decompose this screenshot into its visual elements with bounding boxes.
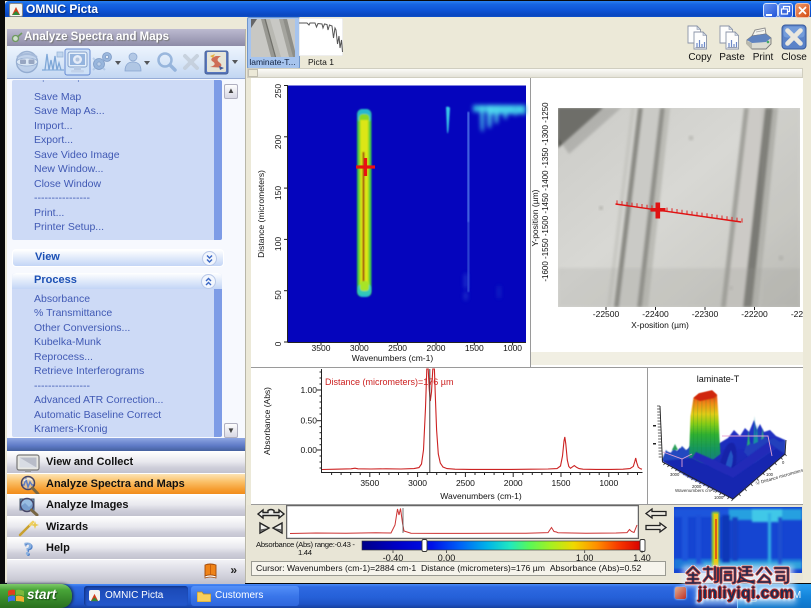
svg-text:Wavenumbers cm-1: Wavenumbers cm-1 xyxy=(675,488,716,493)
svg-text:-22200: -22200 xyxy=(741,309,768,319)
svg-text:?: ? xyxy=(23,539,33,560)
svg-text:2500: 2500 xyxy=(388,343,407,353)
svg-text:200: 200 xyxy=(273,135,283,149)
svg-text:Wavenumbers (cm-1): Wavenumbers (cm-1) xyxy=(352,353,434,363)
svg-text:0.50: 0.50 xyxy=(300,416,317,426)
svg-text:-22: -22 xyxy=(791,309,803,319)
svg-text:3500: 3500 xyxy=(312,343,331,353)
svg-text:Wavenumbers (cm-1): Wavenumbers (cm-1) xyxy=(440,491,522,501)
svg-text:0.00: 0.00 xyxy=(300,445,317,455)
svg-text:-22500: -22500 xyxy=(593,309,620,319)
svg-text:3000: 3000 xyxy=(350,343,369,353)
svg-text:Y-position (µm): Y-position (µm) xyxy=(531,189,540,246)
svg-text:1000: 1000 xyxy=(599,478,618,488)
svg-text:laminate-T: laminate-T xyxy=(697,374,740,384)
svg-text:2000: 2000 xyxy=(427,343,446,353)
svg-text:3000: 3000 xyxy=(670,472,680,477)
svg-text:1000: 1000 xyxy=(503,343,522,353)
svg-text:X-position (µm): X-position (µm) xyxy=(631,320,689,330)
svg-text:-1600 -1550 -1500 -1450 -1400: -1600 -1550 -1500 -1450 -1400 -1350 -130… xyxy=(541,102,550,282)
svg-text:250: 250 xyxy=(273,84,283,98)
svg-text:150: 150 xyxy=(273,186,283,200)
svg-text:2500: 2500 xyxy=(456,478,475,488)
svg-text:Distance (micrometers): Distance (micrometers) xyxy=(256,170,266,258)
svg-text:100: 100 xyxy=(273,237,283,251)
svg-text:3000: 3000 xyxy=(408,478,427,488)
svg-text:-22400: -22400 xyxy=(642,309,669,319)
svg-text:1000: 1000 xyxy=(714,495,724,500)
svg-text:2000: 2000 xyxy=(504,478,523,488)
svg-text:3500: 3500 xyxy=(360,478,379,488)
svg-text:-22300: -22300 xyxy=(692,309,719,319)
svg-text:Distance (micrometers)=176 µm: Distance (micrometers)=176 µm xyxy=(325,377,453,387)
svg-text:1.00: 1.00 xyxy=(300,385,317,395)
svg-text:1500: 1500 xyxy=(465,343,484,353)
svg-text:0: 0 xyxy=(273,341,283,346)
svg-text:50: 50 xyxy=(273,290,283,300)
svg-text:Absorbance (Abs): Absorbance (Abs) xyxy=(262,387,272,455)
svg-text:1500: 1500 xyxy=(552,478,571,488)
